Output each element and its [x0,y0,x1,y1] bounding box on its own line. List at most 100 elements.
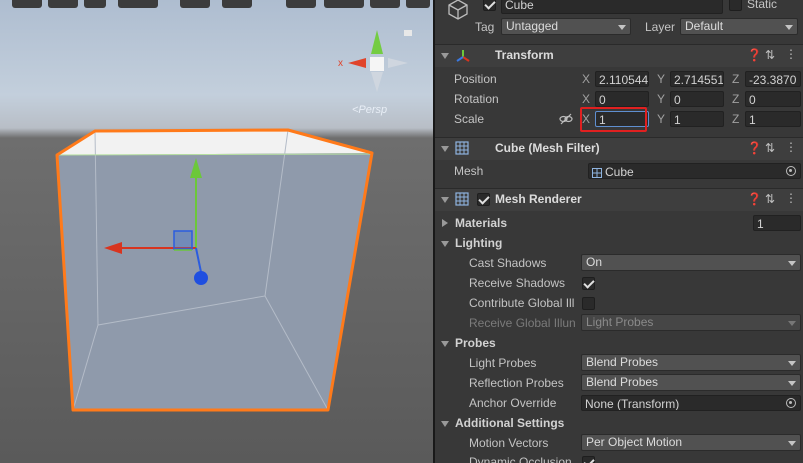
cube-object-icon [447,0,469,20]
chevron-down-icon [788,321,796,326]
cube-front-face[interactable] [57,153,372,410]
anchor-override-field[interactable]: None (Transform) [581,395,801,411]
cast-shadows-dropdown[interactable]: On [581,254,801,271]
position-y-field[interactable]: 2.714551 [670,71,724,87]
gizmo-plane-handle[interactable] [173,230,193,250]
object-name-field[interactable]: Cube [501,0,723,14]
receive-gi-dropdown: Light Probes [581,314,801,331]
motion-vectors-dropdown[interactable]: Per Object Motion [581,434,801,451]
chevron-down-icon [618,25,626,30]
chevron-down-icon [785,25,793,30]
mesh-label: Mesh [454,164,484,178]
orient-gizmo-center[interactable] [370,57,384,71]
scale-y-field[interactable]: 1 [670,111,724,127]
presets-icon[interactable]: ⇅ [765,141,775,155]
more-options-icon[interactable]: ⋮ [785,140,797,154]
foldout-arrow-icon[interactable] [441,197,449,203]
chevron-down-icon [788,261,796,266]
position-z-field[interactable]: -23.3870 [745,71,801,87]
gizmo-x-label: x [338,58,343,69]
probes-label[interactable]: Probes [455,336,496,350]
scene-canvas: x [55,30,412,412]
contribute-gi-label: Contribute Global Ill [469,296,575,310]
chevron-down-icon [788,361,796,366]
foldout-arrow-icon[interactable] [442,219,448,227]
chevron-down-icon [788,441,796,446]
mesh-renderer-enabled-checkbox[interactable] [477,193,490,206]
position-x-field[interactable]: 2.110544 [595,71,649,87]
axis-z-label[interactable]: Z [732,72,739,86]
orient-gizmo-neg-x[interactable] [388,58,408,68]
receive-gi-label: Receive Global Illun [469,316,576,330]
object-picker-icon[interactable] [786,166,796,176]
presets-icon[interactable]: ⇅ [765,192,775,206]
cast-shadows-label: Cast Shadows [469,256,547,270]
axis-x-label[interactable]: X [582,92,590,106]
axis-z-label[interactable]: Z [732,112,739,126]
foldout-arrow-icon[interactable] [441,421,449,427]
position-label[interactable]: Position [454,72,497,86]
mesh-filter-header[interactable]: Cube (Mesh Filter) ❓ ⇅ ⋮ [435,137,803,160]
more-options-icon[interactable]: ⋮ [785,191,797,205]
static-checkbox[interactable] [729,0,742,11]
presets-icon[interactable]: ⇅ [765,48,775,62]
lock-icon[interactable] [404,30,412,36]
orient-gizmo-neg-y[interactable] [371,72,383,92]
transform-header[interactable]: Transform ❓ ⇅ ⋮ [435,44,803,67]
tag-dropdown[interactable]: Untagged [501,18,631,35]
layer-dropdown[interactable]: Default [680,18,798,35]
foldout-arrow-icon[interactable] [441,341,449,347]
gizmo-z-handle[interactable] [194,271,208,285]
scale-label[interactable]: Scale [454,112,484,126]
contribute-gi-checkbox[interactable] [582,297,595,310]
mesh-renderer-title: Mesh Renderer [495,192,582,206]
help-icon[interactable]: ❓ [747,141,762,155]
foldout-arrow-icon[interactable] [441,241,449,247]
dynamic-occlusion-checkbox[interactable] [582,456,595,463]
dynamic-occlusion-label: Dynamic Occlusion [469,455,572,463]
constrain-proportions-icon[interactable] [559,113,573,125]
axis-z-label[interactable]: Z [732,92,739,106]
light-probes-label: Light Probes [469,356,537,370]
transform-icon [455,48,471,64]
mesh-filter-title: Cube (Mesh Filter) [495,141,600,155]
foldout-arrow-icon[interactable] [441,53,449,59]
rotation-y-field[interactable]: 0 [670,91,724,107]
transform-title: Transform [495,48,554,62]
highlight-box [580,107,647,132]
help-icon[interactable]: ❓ [747,192,762,206]
mesh-object-field[interactable]: Cube [588,163,801,179]
object-picker-icon[interactable] [786,398,796,408]
help-icon[interactable]: ❓ [747,48,762,62]
mesh-renderer-icon [455,192,469,206]
axis-y-label[interactable]: Y [657,112,665,126]
active-checkbox[interactable] [483,0,496,11]
scale-z-field[interactable]: 1 [745,111,801,127]
lighting-label[interactable]: Lighting [455,236,502,250]
materials-label[interactable]: Materials [455,216,507,230]
axis-y-label[interactable]: Y [657,92,665,106]
foldout-arrow-icon[interactable] [441,146,449,152]
light-probes-dropdown[interactable]: Blend Probes [581,354,801,371]
rotation-z-field[interactable]: 0 [745,91,801,107]
anchor-override-label: Anchor Override [469,396,557,410]
orient-gizmo-y[interactable] [371,30,383,54]
materials-count-field[interactable]: 1 [753,215,801,231]
mesh-renderer-header[interactable]: Mesh Renderer ❓ ⇅ ⋮ [435,188,803,211]
orient-gizmo-x[interactable] [348,58,366,68]
layer-label: Layer [645,20,676,34]
rotation-label[interactable]: Rotation [454,92,499,106]
more-options-icon[interactable]: ⋮ [785,47,797,61]
scene-view[interactable]: x <Persp [0,0,433,463]
mesh-icon [592,166,602,178]
axis-x-label[interactable]: X [582,72,590,86]
axis-y-label[interactable]: Y [657,72,665,86]
cube-top-face[interactable] [57,130,372,155]
additional-settings-label[interactable]: Additional Settings [455,416,564,430]
reflection-probes-dropdown[interactable]: Blend Probes [581,374,801,391]
static-label: Static [747,0,778,11]
mesh-value: Cube [605,165,634,179]
projection-label[interactable]: <Persp [352,104,387,116]
receive-shadows-checkbox[interactable] [582,277,595,290]
rotation-x-field[interactable]: 0 [595,91,649,107]
